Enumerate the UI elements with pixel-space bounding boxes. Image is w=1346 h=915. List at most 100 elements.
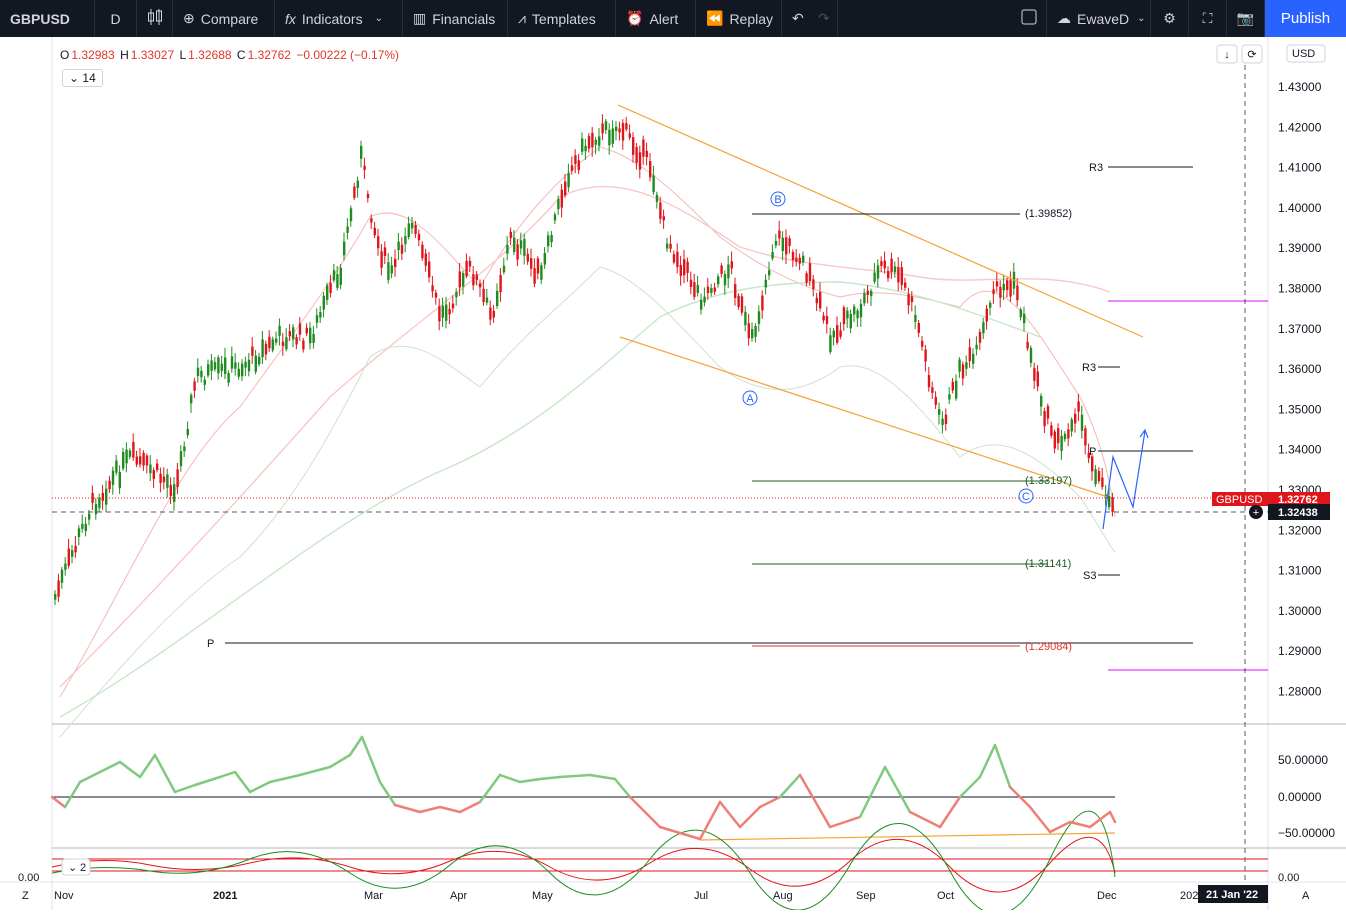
candle-body bbox=[737, 295, 740, 307]
chart-area[interactable]: B A C (1.39852) (1.33197) (1.31141) (1.2… bbox=[0, 37, 1346, 915]
candle-body bbox=[713, 287, 716, 292]
candle-body bbox=[88, 513, 91, 520]
oscillator-segment bbox=[438, 805, 462, 814]
candle-body bbox=[788, 238, 791, 246]
oscillator-segment bbox=[1048, 820, 1072, 834]
indicators-button[interactable]: fx Indicators ⌄ bbox=[275, 0, 403, 37]
scroll-to-latest-button[interactable]: ↓ bbox=[1216, 44, 1238, 64]
replay-button[interactable]: ⏪ Replay bbox=[696, 0, 782, 37]
candle-body bbox=[1006, 280, 1009, 291]
layout-select-button[interactable] bbox=[1011, 0, 1047, 37]
candle-body bbox=[587, 136, 591, 149]
oscillator-segment bbox=[268, 773, 302, 784]
publish-button[interactable]: Publish bbox=[1265, 0, 1346, 37]
candle-body bbox=[798, 257, 801, 264]
oscillator-segment bbox=[218, 770, 237, 779]
candle-body bbox=[448, 308, 451, 315]
oscillator-segment bbox=[758, 795, 782, 809]
candle-body bbox=[111, 470, 115, 485]
alert-button[interactable]: ⏰ Alert bbox=[616, 0, 696, 37]
oscillator-segment bbox=[908, 810, 942, 829]
candle-body bbox=[897, 266, 900, 283]
high-value: 1.33027 bbox=[130, 48, 175, 62]
osc-divergence-line[interactable] bbox=[699, 832, 1116, 841]
candle-body bbox=[856, 310, 859, 319]
snapshot-button[interactable]: 📷 bbox=[1227, 0, 1265, 37]
candle-body bbox=[200, 370, 203, 378]
candle-body bbox=[938, 409, 941, 415]
candle-body bbox=[968, 347, 971, 362]
projection-path[interactable] bbox=[1102, 430, 1146, 530]
currency-select[interactable]: USD bbox=[1286, 44, 1326, 63]
candle-body bbox=[125, 449, 128, 464]
candle-body bbox=[370, 218, 373, 223]
time-tick-label: 202 bbox=[1180, 890, 1198, 902]
candle-body bbox=[557, 198, 560, 210]
candle-body bbox=[621, 123, 625, 141]
candle-body bbox=[271, 339, 274, 351]
open-value: 1.32983 bbox=[71, 48, 115, 62]
candle-body bbox=[744, 311, 747, 326]
time-axis[interactable]: Nov 2021 Mar Apr May Jul Aug Sep Oct Dec 202 bbox=[54, 890, 1198, 902]
candle-body bbox=[618, 128, 621, 133]
candle-body bbox=[645, 150, 648, 158]
channel-lower-line[interactable] bbox=[619, 336, 1109, 498]
undo-button[interactable]: ↶ bbox=[782, 0, 808, 37]
settings-button[interactable]: ⚙ bbox=[1151, 0, 1189, 37]
price-tick-label: 1.38000 bbox=[1278, 282, 1322, 296]
fullscreen-button[interactable]: ⛶ bbox=[1189, 0, 1227, 37]
candle-body bbox=[570, 165, 574, 171]
close-value: 1.32762 bbox=[247, 48, 291, 62]
change-value: −0.00222 (−0.17%) bbox=[296, 48, 400, 62]
wave-label-c[interactable]: C bbox=[1018, 488, 1034, 504]
candle-body bbox=[462, 273, 465, 287]
compare-button[interactable]: ⊕ Compare bbox=[173, 0, 275, 37]
publish-label: Publish bbox=[1280, 10, 1331, 27]
chart-style-button[interactable] bbox=[137, 0, 173, 37]
price-tick-label: 1.43000 bbox=[1278, 80, 1322, 94]
candle-body bbox=[761, 295, 764, 311]
oscillator-segment bbox=[658, 825, 702, 841]
symbol-search-button[interactable]: GBPUSD bbox=[0, 0, 95, 37]
templates-button[interactable]: ⩘ Templates bbox=[508, 0, 616, 37]
candle-body bbox=[414, 224, 417, 234]
wave-label-a[interactable]: A bbox=[742, 390, 758, 406]
auto-scale-button[interactable]: ⟳ bbox=[1241, 44, 1263, 64]
oscillator-segment bbox=[613, 777, 632, 799]
candle-body bbox=[295, 337, 298, 345]
redo-button[interactable]: ↷ bbox=[808, 0, 838, 37]
candle-body bbox=[836, 325, 839, 343]
candle-body bbox=[720, 265, 723, 274]
osc-tick-label: −50.00000 bbox=[1278, 826, 1335, 840]
indicator-count-button[interactable]: ⌄ 14 bbox=[62, 69, 103, 87]
zoom-toggle-button[interactable]: Z bbox=[22, 890, 29, 902]
candle-body bbox=[1023, 313, 1026, 324]
sub-pane-right-label: 0.00 bbox=[1278, 872, 1299, 884]
candle-body bbox=[659, 202, 662, 219]
sub-indicator-count-button[interactable]: ⌄ 2 bbox=[61, 858, 91, 876]
candle-body bbox=[326, 285, 329, 300]
candle-body bbox=[186, 428, 189, 436]
crosshair-date-value: 21 Jan '22 bbox=[1206, 889, 1258, 901]
candle-body bbox=[1084, 428, 1087, 446]
candle-body bbox=[67, 548, 70, 566]
candle-body bbox=[604, 121, 608, 131]
candle-body bbox=[390, 265, 393, 274]
financials-button[interactable]: ▥ Financials bbox=[403, 0, 508, 37]
price-axis[interactable]: 1.43000 1.42000 1.41000 1.40000 1.39000 1.380… bbox=[1278, 80, 1322, 699]
candle-body bbox=[1009, 280, 1012, 297]
oscillator-segment bbox=[418, 805, 442, 814]
candle-body bbox=[822, 315, 825, 321]
auto-scale-toggle-button[interactable]: A bbox=[1302, 890, 1310, 902]
candle-body bbox=[128, 450, 132, 457]
candle-body bbox=[60, 569, 64, 583]
candle-body bbox=[910, 296, 914, 303]
chart-canvas[interactable]: B A C (1.39852) (1.33197) (1.31141) (1.2… bbox=[0, 37, 1346, 915]
candle-body bbox=[791, 252, 795, 261]
interval-button[interactable]: D bbox=[95, 0, 137, 37]
layout-name-button[interactable]: ☁ EwaveD ⌄ bbox=[1047, 0, 1151, 37]
wave-label-b[interactable]: B bbox=[770, 191, 786, 207]
candle-body bbox=[611, 128, 614, 144]
oscillator-segment bbox=[328, 753, 352, 769]
